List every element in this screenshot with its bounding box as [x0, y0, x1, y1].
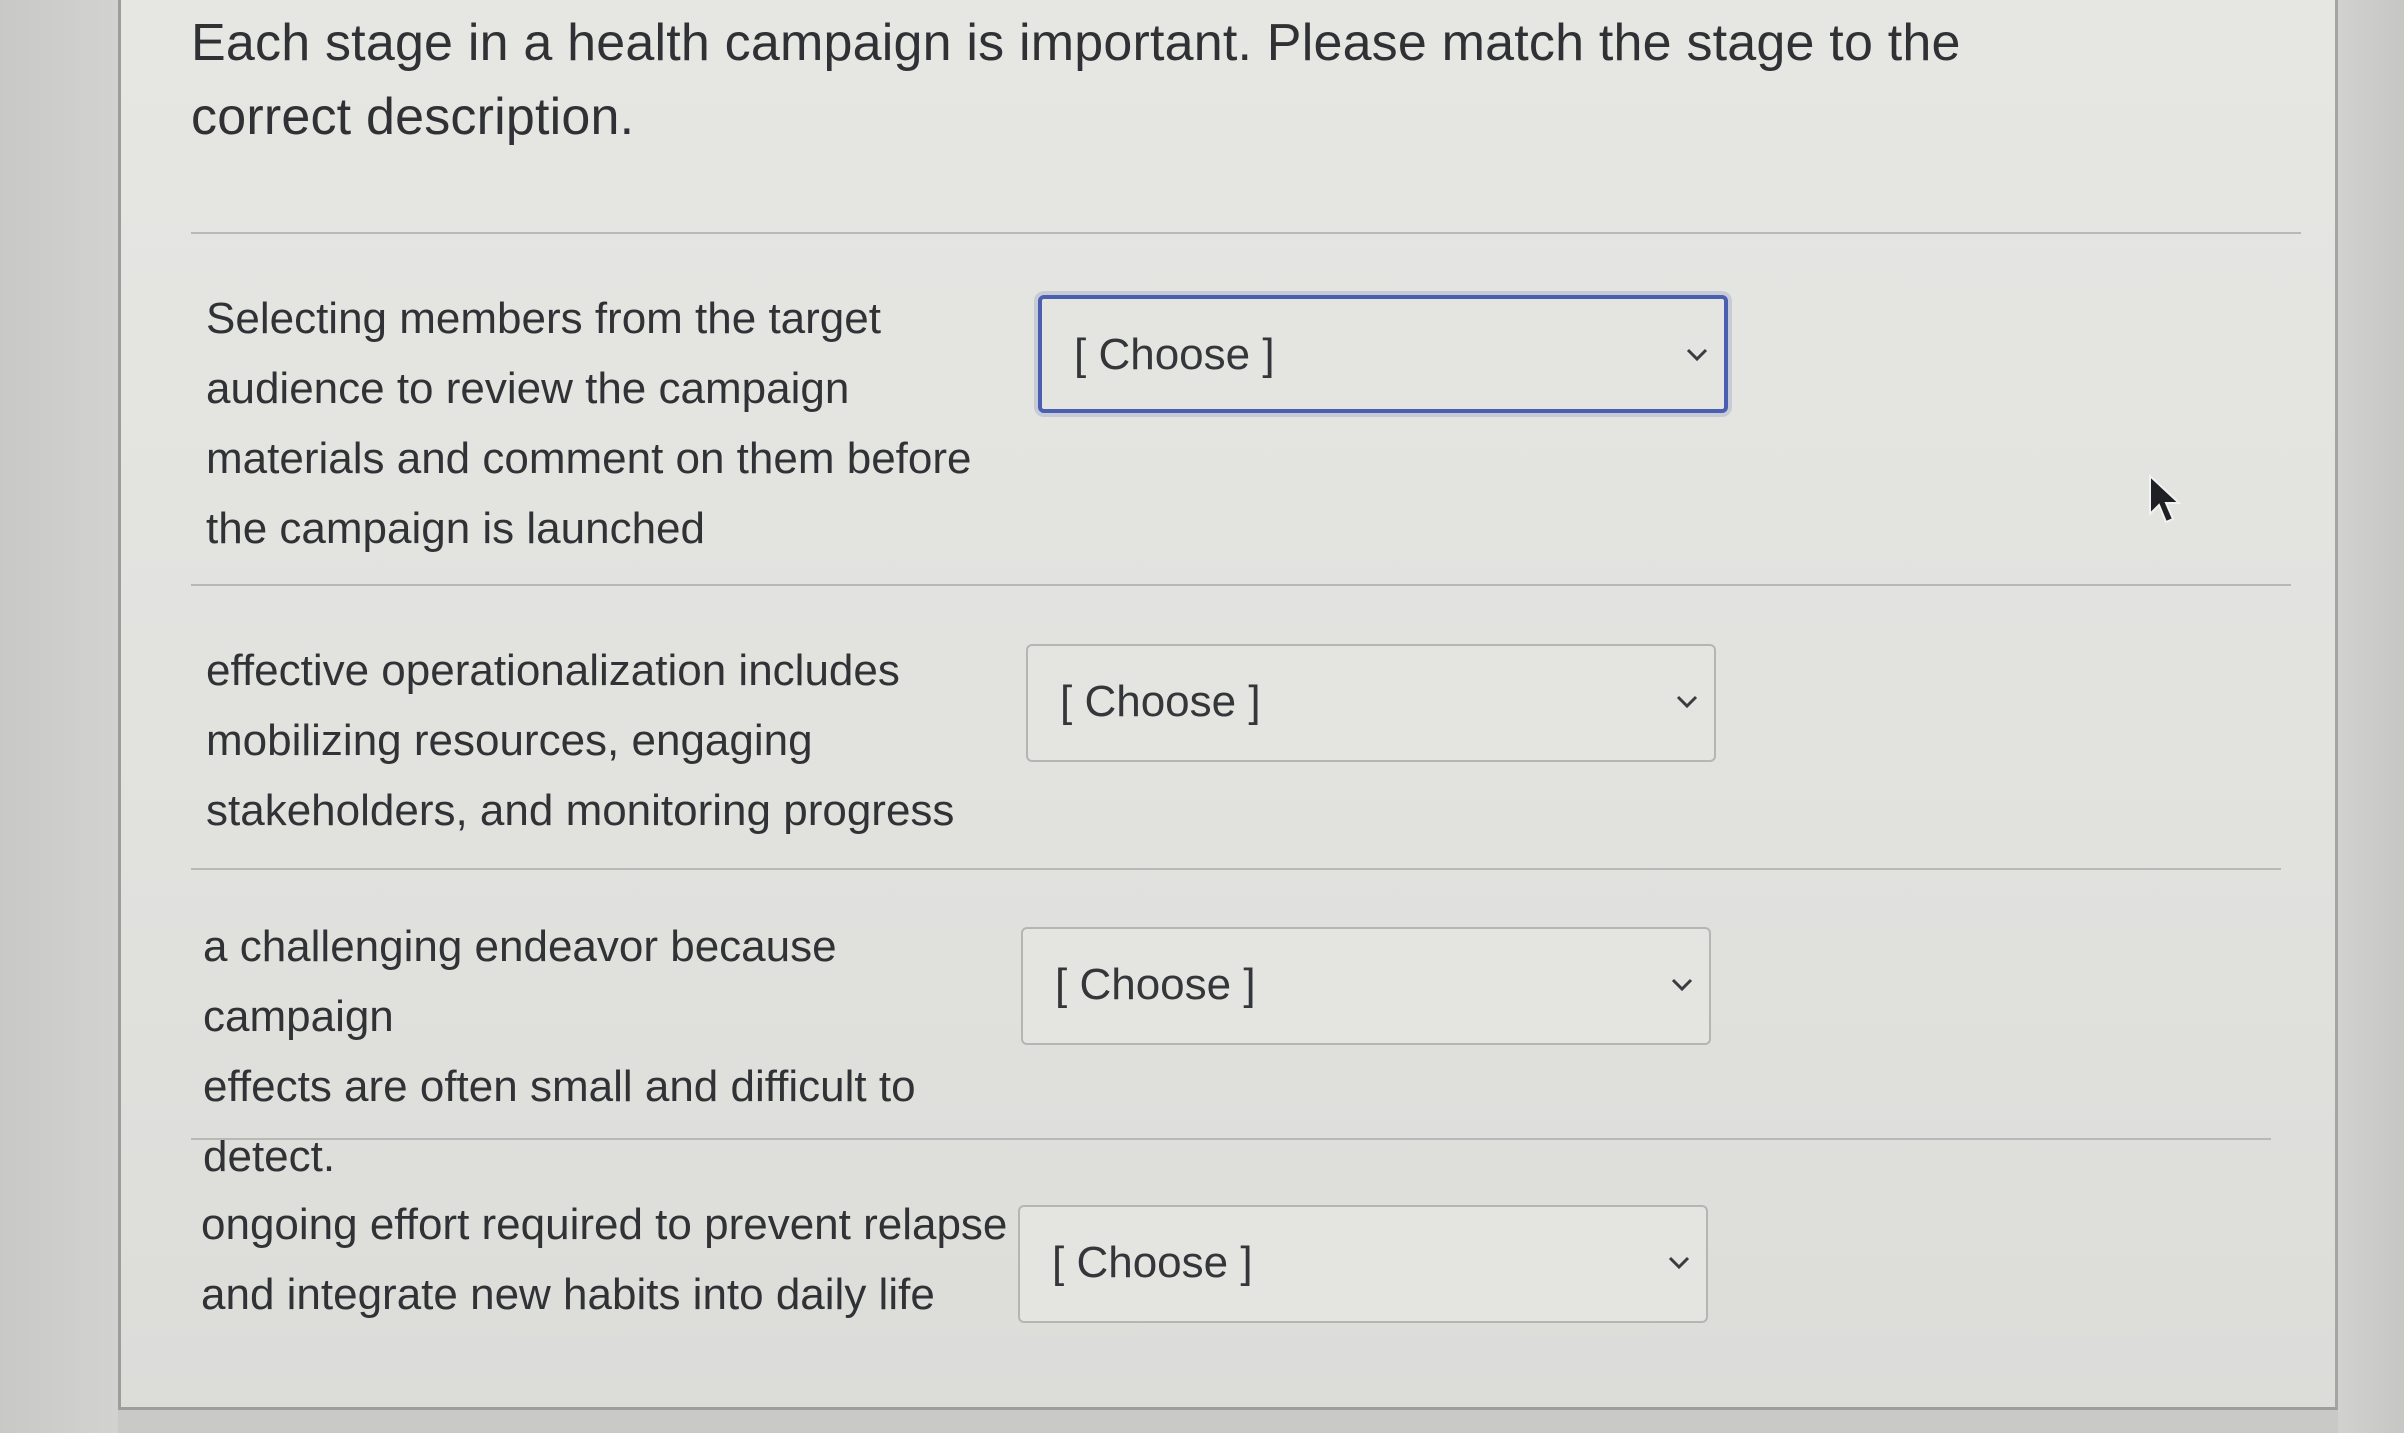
- select-value: [ Choose ]: [1074, 330, 1275, 379]
- match-select-3[interactable]: [ Choose ]: [1021, 927, 1711, 1045]
- question-prompt-line-1: Each stage in a health campaign is impor…: [191, 14, 1961, 72]
- question-prompt-line-2: correct description.: [191, 88, 635, 146]
- chevron-down-icon: [1676, 695, 1698, 709]
- select-value: [ Choose ]: [1052, 1238, 1253, 1287]
- description-line: ongoing effort required to prevent relap…: [201, 1200, 1008, 1249]
- description-line: a challenging endeavor because campaign: [203, 922, 837, 1041]
- description-line: mobilizing resources, engaging: [206, 716, 813, 765]
- match-select-4[interactable]: [ Choose ]: [1018, 1205, 1708, 1323]
- matching-question-panel: Each stage in a health campaign is impor…: [118, 0, 2338, 1410]
- description-line: detect.: [203, 1132, 336, 1181]
- match-description-1: Selecting members from the target audien…: [206, 284, 1006, 564]
- mouse-cursor-icon: [2149, 474, 2182, 524]
- divider: [191, 584, 2291, 586]
- divider: [191, 1138, 2271, 1140]
- description-line: materials and comment on them before: [206, 434, 972, 483]
- chevron-down-icon: [1686, 348, 1708, 362]
- select-value: [ Choose ]: [1060, 677, 1261, 726]
- description-line: audience to review the campaign: [206, 364, 850, 413]
- description-line: effects are often small and difficult to: [203, 1062, 916, 1111]
- description-line: effective operationalization includes: [206, 646, 900, 695]
- chevron-down-icon: [1671, 978, 1693, 992]
- description-line: the campaign is launched: [206, 504, 705, 553]
- description-line: and integrate new habits into daily life: [201, 1270, 935, 1319]
- chevron-down-icon: [1668, 1256, 1690, 1270]
- question-prompt: Each stage in a health campaign is impor…: [191, 6, 1991, 154]
- description-line: Selecting members from the target: [206, 294, 881, 343]
- match-description-2: effective operationalization includes mo…: [206, 636, 986, 846]
- description-line: stakeholders, and monitoring progress: [206, 786, 955, 835]
- divider: [191, 232, 2301, 234]
- match-description-3: a challenging endeavor because campaign …: [203, 912, 1033, 1192]
- match-select-2[interactable]: [ Choose ]: [1026, 644, 1716, 762]
- match-select-1[interactable]: [ Choose ]: [1038, 295, 1728, 413]
- divider: [191, 868, 2281, 870]
- match-description-4: ongoing effort required to prevent relap…: [201, 1190, 1031, 1330]
- screen: Each stage in a health campaign is impor…: [0, 0, 2404, 1433]
- right-background: [2338, 0, 2404, 1433]
- select-value: [ Choose ]: [1055, 960, 1256, 1009]
- left-background: [0, 0, 118, 1433]
